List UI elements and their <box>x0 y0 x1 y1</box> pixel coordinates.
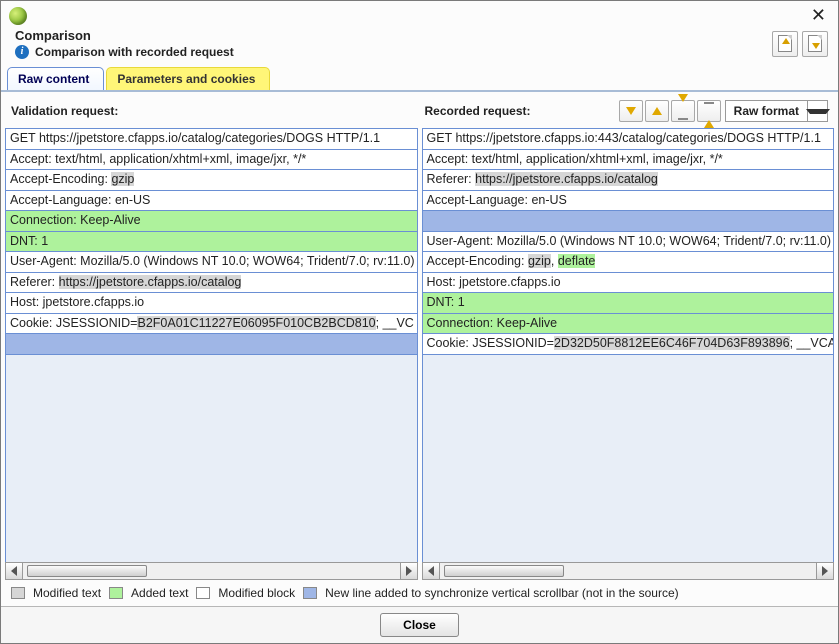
header-buttons <box>772 31 828 57</box>
recorded-label: Recorded request: <box>425 104 531 118</box>
validation-panel: GET https://jpetstore.cfapps.io/catalog/… <box>5 128 418 580</box>
scroll-thumb[interactable] <box>27 565 147 577</box>
titlebar: ✕ <box>1 1 838 28</box>
export-up-button[interactable] <box>772 31 798 57</box>
validation-lines[interactable]: GET https://jpetstore.cfapps.io/catalog/… <box>5 128 418 562</box>
swatch-modified-text <box>11 587 25 599</box>
chevron-down-bar-icon <box>678 94 688 116</box>
diff-next-button[interactable] <box>619 100 643 122</box>
dialog-title: Comparison <box>15 28 234 43</box>
document-icon <box>808 35 822 52</box>
legend: Modified text Added text Modified block … <box>1 580 838 606</box>
close-button[interactable]: Close <box>380 613 459 637</box>
chevron-up-bar-icon <box>704 106 714 128</box>
diff-line: Accept: text/html, application/xhtml+xml… <box>423 150 834 171</box>
legend-added-text: Added text <box>131 586 188 600</box>
scroll-left-button[interactable] <box>6 563 23 579</box>
recorded-panel: GET https://jpetstore.cfapps.io:443/cata… <box>422 128 835 580</box>
close-icon[interactable]: ✕ <box>807 5 830 26</box>
scroll-thumb[interactable] <box>444 565 564 577</box>
format-dropdown[interactable]: Raw format <box>725 100 828 122</box>
recorded-lines[interactable]: GET https://jpetstore.cfapps.io:443/cata… <box>422 128 835 562</box>
comparison-dialog: ✕ Comparison Comparison with recorded re… <box>0 0 839 644</box>
diff-line: Cookie: JSESSIONID=2D32D50F8812EE6C46F70… <box>423 334 834 355</box>
triangle-right-icon <box>822 566 828 576</box>
triangle-left-icon <box>11 566 17 576</box>
diff-line: Accept-Encoding: gzip, deflate <box>423 252 834 273</box>
tab-raw-content[interactable]: Raw content <box>7 67 104 90</box>
request-label-bar: Validation request: Recorded request: Ra… <box>1 92 838 126</box>
legend-modified-block: Modified block <box>218 586 295 600</box>
triangle-right-icon <box>406 566 412 576</box>
validation-label: Validation request: <box>11 104 415 118</box>
chevron-up-icon <box>652 107 662 115</box>
title-block: Comparison Comparison with recorded requ… <box>15 28 234 59</box>
diff-line: GET https://jpetstore.cfapps.io/catalog/… <box>6 129 417 150</box>
dialog-subtitle: Comparison with recorded request <box>35 45 234 59</box>
diff-line: DNT: 1 <box>6 232 417 253</box>
dropdown-arrow[interactable] <box>807 101 827 121</box>
diff-line <box>6 334 417 355</box>
h-scrollbar[interactable] <box>422 562 835 580</box>
swatch-added-text <box>109 587 123 599</box>
diff-line <box>423 211 834 232</box>
diff-line: Connection: Keep-Alive <box>6 211 417 232</box>
swatch-modified-block <box>196 587 210 599</box>
diff-line: Accept-Language: en-US <box>423 191 834 212</box>
swatch-new-line <box>303 587 317 599</box>
legend-modified-text: Modified text <box>33 586 101 600</box>
diff-panels: GET https://jpetstore.cfapps.io/catalog/… <box>1 126 838 580</box>
tab-parameters-cookies[interactable]: Parameters and cookies <box>106 67 270 90</box>
diff-line: DNT: 1 <box>423 293 834 314</box>
tab-bar: Raw content Parameters and cookies <box>1 61 838 90</box>
diff-line: GET https://jpetstore.cfapps.io:443/cata… <box>423 129 834 150</box>
diff-line: Accept: text/html, application/xhtml+xml… <box>6 150 417 171</box>
chevron-down-icon <box>626 107 636 115</box>
info-icon <box>15 45 29 59</box>
triangle-left-icon <box>428 566 434 576</box>
diff-line: Accept-Language: en-US <box>6 191 417 212</box>
scroll-right-button[interactable] <box>816 563 833 579</box>
h-scrollbar[interactable] <box>5 562 418 580</box>
diff-last-button[interactable] <box>671 100 695 122</box>
diff-first-button[interactable] <box>697 100 721 122</box>
format-value: Raw format <box>726 104 807 118</box>
diff-line: Host: jpetstore.cfapps.io <box>6 293 417 314</box>
header-row: Comparison Comparison with recorded requ… <box>1 28 838 61</box>
diff-line: Cookie: JSESSIONID=B2F0A01C11227E06095F0… <box>6 314 417 335</box>
diff-nav-buttons <box>619 100 721 122</box>
scroll-left-button[interactable] <box>423 563 440 579</box>
export-down-button[interactable] <box>802 31 828 57</box>
dialog-subtitle-row: Comparison with recorded request <box>15 45 234 59</box>
diff-line: Connection: Keep-Alive <box>423 314 834 335</box>
caret-down-icon <box>806 109 830 114</box>
document-icon <box>778 35 792 52</box>
legend-new-line: New line added to synchronize vertical s… <box>325 586 679 600</box>
diff-line: Host: jpetstore.cfapps.io <box>423 273 834 294</box>
footer: Close <box>1 606 838 643</box>
app-icon <box>9 7 27 25</box>
scroll-right-button[interactable] <box>400 563 417 579</box>
diff-line: Accept-Encoding: gzip <box>6 170 417 191</box>
diff-line: Referer: https://jpetstore.cfapps.io/cat… <box>423 170 834 191</box>
empty-area <box>6 355 417 563</box>
diff-line: User-Agent: Mozilla/5.0 (Windows NT 10.0… <box>6 252 417 273</box>
diff-line: Referer: https://jpetstore.cfapps.io/cat… <box>6 273 417 294</box>
diff-line: User-Agent: Mozilla/5.0 (Windows NT 10.0… <box>423 232 834 253</box>
diff-prev-button[interactable] <box>645 100 669 122</box>
empty-area <box>423 355 834 563</box>
